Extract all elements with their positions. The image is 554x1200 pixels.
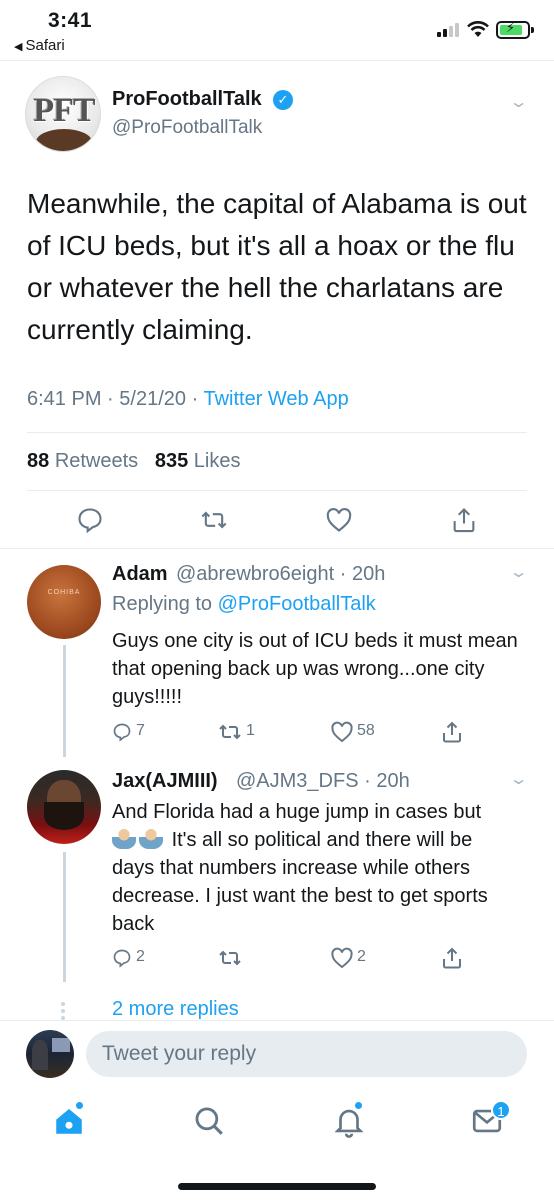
- thread-dot: [61, 1002, 65, 1006]
- verified-badge-icon: ✓: [273, 90, 293, 110]
- likes-label: Likes: [193, 450, 241, 472]
- status-bar: 3:41 ◀ Safari ⚡: [0, 0, 554, 60]
- retweets-stat[interactable]: 88 Retweets: [27, 450, 138, 472]
- share-icon[interactable]: [440, 946, 464, 970]
- shrug-emoji-icon: [139, 827, 163, 849]
- tweet-source-link[interactable]: Twitter Web App: [203, 388, 348, 410]
- chevron-down-icon[interactable]: ⌄: [509, 769, 529, 789]
- avatar-cigar-label: COHIBA: [47, 589, 81, 596]
- back-triangle-icon: ◀: [14, 41, 23, 53]
- divider: [27, 432, 527, 433]
- divider: [0, 548, 554, 549]
- like-heart-icon[interactable]: [330, 946, 354, 970]
- messages-badge: 1: [491, 1100, 511, 1120]
- chevron-down-icon[interactable]: ⌄: [509, 92, 529, 112]
- share-icon[interactable]: [450, 506, 478, 534]
- reply-avatar[interactable]: COHIBA: [27, 565, 101, 639]
- reply-author-handle[interactable]: @abrewbro6eight · 20h: [176, 563, 385, 586]
- like-count: 2: [357, 948, 366, 965]
- chevron-down-icon[interactable]: ⌄: [509, 562, 529, 582]
- tweet-author-name[interactable]: ProFootballTalk: [112, 88, 262, 111]
- cellular-signal-icon: [437, 23, 459, 37]
- reply-text: And Florida had a huge jump in cases but…: [112, 801, 488, 935]
- tweet-time: 6:41 PM: [27, 388, 102, 410]
- reply-icon[interactable]: [76, 506, 104, 534]
- reply-author-name[interactable]: Jax(AJMIII): [112, 770, 218, 793]
- retweet-icon[interactable]: [200, 506, 228, 534]
- battery-icon: ⚡: [496, 20, 534, 39]
- likes-stat[interactable]: 835 Likes: [155, 450, 241, 472]
- retweet-count: 88: [27, 450, 50, 472]
- tweet-stats: 88 Retweets 835 Likes: [27, 450, 241, 473]
- thread-line: [63, 645, 66, 757]
- reply-time: 20h: [376, 770, 410, 792]
- retweets-label: Retweets: [54, 450, 139, 472]
- reply-icon[interactable]: [112, 720, 132, 744]
- retweet-icon[interactable]: [218, 946, 242, 970]
- reply-icon[interactable]: [112, 946, 132, 970]
- reply-author-handle[interactable]: @AJM3_DFS · 20h: [236, 770, 410, 793]
- status-time: 3:41: [48, 9, 93, 32]
- wifi-icon: [467, 21, 489, 37]
- user-avatar[interactable]: [26, 1030, 74, 1078]
- tweet-reply-input[interactable]: Tweet your reply: [86, 1031, 527, 1077]
- home-icon[interactable]: [52, 1104, 86, 1138]
- back-app-label: Safari: [25, 37, 65, 54]
- avatar-logo-text: PFT: [33, 92, 95, 129]
- pft-avatar[interactable]: PFT: [25, 76, 101, 152]
- like-heart-icon[interactable]: [330, 720, 354, 744]
- like-count: 835: [154, 450, 189, 472]
- tweet-author-handle[interactable]: @ProFootballTalk: [112, 117, 262, 139]
- tweet-meta: 6:41 PM · 5/21/20 · Twitter Web App: [27, 388, 349, 411]
- share-icon[interactable]: [440, 720, 464, 744]
- meta-separator: ·: [107, 388, 114, 410]
- thread-dot: [61, 1009, 65, 1013]
- divider: [0, 1020, 554, 1021]
- notifications-bell-icon[interactable]: [332, 1104, 366, 1138]
- reply-text: Guys one city is out of ICU beds it must…: [112, 630, 518, 708]
- shrug-emoji-icon: [112, 827, 136, 849]
- top-divider: [0, 60, 554, 61]
- meta-separator: ·: [191, 388, 199, 410]
- search-icon[interactable]: [192, 1104, 226, 1138]
- thread-line: [63, 852, 66, 982]
- back-to-safari-link[interactable]: ◀ Safari: [14, 37, 65, 54]
- reply-count: 2: [136, 948, 145, 965]
- reply-avatar[interactable]: [27, 770, 101, 844]
- home-indicator[interactable]: [178, 1183, 376, 1190]
- like-heart-icon[interactable]: [325, 506, 353, 534]
- retweet-count: 1: [246, 722, 255, 739]
- replying-to: Replying to @ProFootballTalk: [112, 593, 376, 615]
- football-graphic: [36, 129, 92, 151]
- replying-to-handle-link[interactable]: @ProFootballTalk: [218, 593, 376, 615]
- tweet-text: Meanwhile, the capital of Alabama is out…: [27, 188, 527, 345]
- like-count: 58: [357, 722, 375, 739]
- reply-time: 20h: [351, 563, 386, 585]
- home-notification-dot: [76, 1102, 83, 1109]
- tweet-date: 5/21/20: [119, 388, 187, 410]
- more-replies-link[interactable]: 2 more replies: [112, 998, 239, 1021]
- retweet-icon[interactable]: [218, 720, 242, 744]
- reply-author-name[interactable]: Adam: [112, 563, 168, 586]
- reply-count: 7: [136, 722, 145, 739]
- divider: [27, 490, 527, 491]
- notifications-dot: [355, 1102, 362, 1109]
